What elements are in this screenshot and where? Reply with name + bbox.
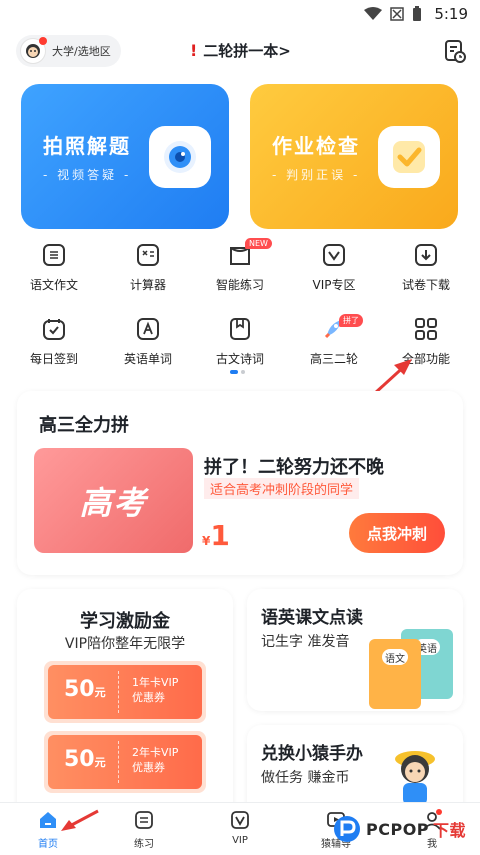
feature-english[interactable]: 英语单词 bbox=[100, 316, 196, 367]
region-selector[interactable]: 大学/选地区 bbox=[16, 35, 121, 67]
vip-tab-icon bbox=[231, 811, 249, 829]
feature-download[interactable]: 试卷下载 bbox=[378, 242, 474, 293]
reading-card[interactable]: 语英课文点读 记生字 准发音 英语 语文 bbox=[247, 589, 463, 711]
feature-essay[interactable]: 语文作文 bbox=[6, 242, 102, 293]
avatar[interactable] bbox=[20, 37, 47, 64]
alert-icon: ! bbox=[190, 41, 198, 60]
coupon-unit: 元 bbox=[94, 756, 106, 769]
notification-dot bbox=[39, 37, 47, 45]
status-time: 5:19 bbox=[434, 5, 468, 23]
feature-poetry[interactable]: 古文诗词 bbox=[192, 316, 288, 367]
pin-badge: 拼了 bbox=[339, 314, 363, 327]
coupon-line2: 优惠券 bbox=[132, 691, 165, 704]
watermark-text: PCPOP bbox=[366, 819, 430, 839]
watermark: PCPOP 下载 bbox=[332, 814, 466, 844]
watermark-text-red: 下载 bbox=[433, 821, 467, 840]
tab-vip[interactable]: VIP bbox=[192, 809, 288, 846]
chinese-book-icon: 语文 bbox=[369, 639, 421, 709]
sprint-button[interactable]: 点我冲刺 bbox=[349, 513, 445, 553]
feature-label: 高三二轮 bbox=[309, 352, 358, 366]
practice-tab-icon bbox=[135, 811, 153, 829]
coupon-amount: 50 bbox=[64, 677, 95, 702]
feature-label: 试卷下载 bbox=[401, 278, 450, 292]
feature-label: 计算器 bbox=[129, 278, 166, 292]
reward-subtitle: VIP陪你整年无限学 bbox=[64, 636, 186, 652]
tab-label: 练习 bbox=[134, 839, 154, 850]
grid-icon bbox=[415, 318, 437, 340]
top-header: 大学/选地区 ! 二轮拼一本> bbox=[0, 30, 480, 74]
page-dot bbox=[241, 370, 245, 374]
monkey-figure-icon bbox=[395, 751, 435, 805]
feature-label: 每日签到 bbox=[29, 352, 78, 366]
photo-solve-subtitle: - 视频答疑 - bbox=[43, 168, 132, 182]
no-signal-icon bbox=[390, 7, 404, 21]
tab-home[interactable]: 首页 bbox=[0, 809, 96, 850]
region-label: 大学/选地区 bbox=[52, 45, 111, 58]
exchange-title: 兑换小猿手办 bbox=[261, 744, 363, 764]
feature-label: 全部功能 bbox=[401, 352, 450, 366]
homework-check-subtitle: - 判别正误 - bbox=[272, 168, 361, 182]
header-title-text: 二轮拼一本> bbox=[203, 42, 291, 60]
promo-headline: 拼了！二轮努力还不晚 bbox=[204, 457, 384, 478]
price-value: 1 bbox=[210, 519, 230, 552]
feature-all[interactable]: 全部功能 bbox=[378, 316, 474, 367]
promo-price: ¥1 bbox=[202, 519, 230, 552]
tab-practice[interactable]: 练习 bbox=[96, 809, 192, 850]
essay-icon bbox=[43, 244, 65, 266]
coupon-line1: 1年卡VIP bbox=[132, 676, 179, 689]
page-indicator bbox=[230, 370, 245, 374]
feature-practice[interactable]: NEW 智能练习 bbox=[192, 238, 288, 293]
header-title[interactable]: ! 二轮拼一本> bbox=[190, 40, 291, 61]
feature-label: 英语单词 bbox=[123, 352, 172, 366]
book-label: 语文 bbox=[382, 649, 408, 665]
reading-title: 语英课文点读 bbox=[261, 608, 363, 628]
coupon-amount: 50 bbox=[64, 747, 95, 772]
homework-check-card[interactable]: 作业检查 - 判别正误 - bbox=[250, 84, 458, 229]
feature-label: 语文作文 bbox=[29, 278, 78, 292]
history-icon[interactable] bbox=[444, 39, 466, 63]
wifi-icon bbox=[364, 7, 382, 20]
photo-solve-card[interactable]: 拍照解题 - 视频答疑 - bbox=[21, 84, 229, 229]
promo-subline: 适合高考冲刺阶段的同学 bbox=[204, 478, 360, 499]
download-icon bbox=[415, 244, 437, 266]
photo-solve-title: 拍照解题 bbox=[43, 134, 131, 158]
camera-icon bbox=[149, 126, 211, 188]
coupon-line1: 2年卡VIP bbox=[132, 746, 179, 759]
calculator-icon bbox=[137, 244, 159, 266]
promo-section-title: 高三全力拼 bbox=[39, 415, 129, 436]
status-icons bbox=[364, 6, 422, 22]
new-badge: NEW bbox=[245, 238, 272, 249]
promo-panel: 高三全力拼 高考 拼了！二轮努力还不晚 适合高考冲刺阶段的同学 ¥1 点我冲刺 bbox=[17, 391, 463, 575]
checkin-icon bbox=[43, 319, 65, 340]
check-icon bbox=[378, 126, 440, 188]
status-bar: 5:19 bbox=[0, 0, 480, 30]
feature-label: 古文诗词 bbox=[215, 352, 264, 366]
feature-senior-review[interactable]: 拼了 高三二轮 bbox=[286, 314, 382, 367]
pcpop-logo-icon bbox=[334, 816, 360, 842]
reward-card[interactable]: 学习激励金 VIP陪你整年无限学 50元 1年卡VIP 优惠券 50元 2年卡VI… bbox=[17, 589, 233, 829]
gaokao-banner[interactable]: 高考 bbox=[34, 448, 193, 553]
coupon-unit: 元 bbox=[94, 686, 106, 699]
homework-check-title: 作业检查 bbox=[272, 134, 360, 158]
feature-label: VIP专区 bbox=[312, 278, 356, 292]
feature-vip[interactable]: VIP专区 bbox=[286, 242, 382, 293]
monkey-avatar-icon bbox=[26, 44, 40, 58]
home-icon bbox=[40, 812, 56, 828]
battery-icon bbox=[413, 6, 421, 21]
tab-label: VIP bbox=[232, 835, 248, 846]
feature-calculator[interactable]: 计算器 bbox=[100, 242, 196, 293]
coupon-line2: 优惠券 bbox=[132, 761, 165, 774]
english-icon bbox=[137, 318, 159, 340]
coupon-1year[interactable]: 50元 1年卡VIP 优惠券 bbox=[44, 661, 206, 723]
feature-checkin[interactable]: 每日签到 bbox=[6, 316, 102, 367]
poetry-icon bbox=[230, 318, 250, 340]
feature-label: 智能练习 bbox=[215, 278, 264, 292]
page-dot-active bbox=[230, 370, 238, 374]
coupon-2year[interactable]: 50元 2年卡VIP 优惠券 bbox=[44, 731, 206, 793]
exchange-subtitle: 做任务 赚金币 bbox=[261, 770, 350, 786]
tab-label: 首页 bbox=[38, 839, 58, 850]
reading-subtitle: 记生字 准发音 bbox=[261, 634, 350, 650]
vip-icon bbox=[323, 244, 345, 266]
reward-title: 学习激励金 bbox=[80, 611, 170, 632]
